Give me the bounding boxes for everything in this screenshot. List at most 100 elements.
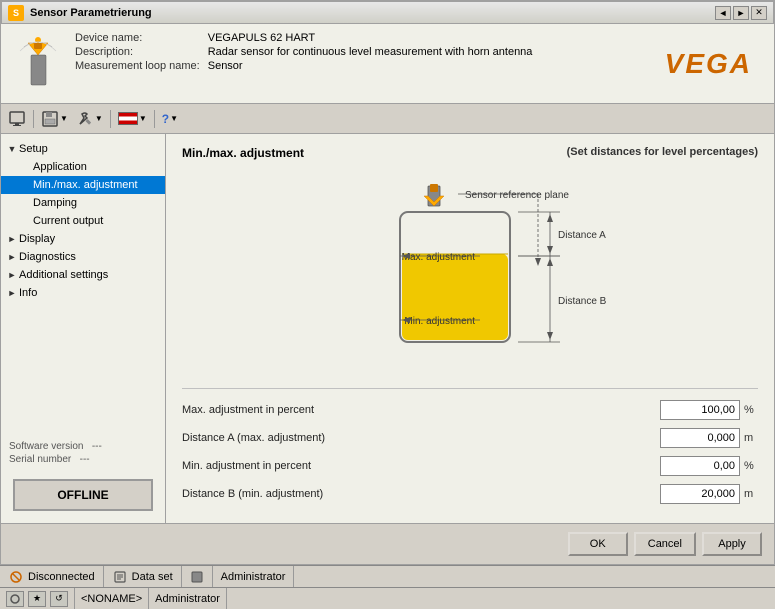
offline-button[interactable]: OFFLINE [13,479,153,511]
cancel-button[interactable]: Cancel [634,532,696,556]
tree-label-setup: Setup [19,143,48,155]
software-version-row: Software version --- [9,441,157,452]
toolbar-help-btn[interactable]: ? ▼ [159,108,181,130]
min-adj-label: Min. adjustment [404,316,475,327]
tree-label-info: Info [19,287,37,299]
taskbar-tool-3[interactable]: ↺ [50,591,68,607]
tree-label-diagnostics: Diagnostics [19,251,76,263]
expander-display: ► [5,232,19,246]
vega-logo: VEGA [665,48,762,80]
ok-button[interactable]: OK [568,532,628,556]
diagram-area: Sensor reference plane Max. adjustment [182,168,758,384]
status-dataset: Data set [104,566,182,587]
expander-additional: ► [5,268,19,282]
taskbar-tool-2[interactable]: ★ [28,591,46,607]
tree-item-damping[interactable]: Damping [1,194,165,212]
taskbar: ★ ↺ <NONAME> Administrator [0,587,775,609]
min-percent-input-group: % [660,456,758,476]
serial-number-row: Serial number --- [9,454,157,465]
measurement-loop-value: Sensor [208,60,653,72]
dataset-label: Data set [132,571,173,583]
taskbar-tool-1[interactable] [6,591,24,607]
toolbar: ▼ ▼ ▼ ? ▼ [0,104,775,134]
distance-a-input[interactable] [660,428,740,448]
status-bar: Disconnected Data set Administrator [0,565,775,587]
panel-title: Min./max. adjustment [182,146,304,160]
distance-b-unit: m [744,488,758,500]
title-bar-controls: ◄ ► ✕ [715,6,767,20]
dataset-icon [112,569,128,585]
device-name-label: Device name: [75,32,200,44]
toolbar-sep-3 [154,110,155,128]
device-icon [13,32,63,92]
max-percent-label: Max. adjustment in percent [182,404,660,416]
toolbar-lang-btn[interactable]: ▼ [115,108,150,130]
disconnected-icon [8,569,24,585]
title-bar-title: Sensor Parametrierung [30,7,709,19]
expander-min-max [19,178,33,192]
taskbar-noname-label: <NONAME> [81,593,142,605]
tree-item-info[interactable]: ► Info [1,284,165,302]
toolbar-sep-1 [33,110,34,128]
tank-diagram: Sensor reference plane Max. adjustment [280,184,660,369]
distance-a-unit: m [744,432,758,444]
max-adj-label: Max. adjustment [402,252,476,263]
expander-info: ► [5,286,19,300]
device-name-value: VEGAPULS 62 HART [208,32,653,44]
content-panel: Min./max. adjustment (Set distances for … [166,134,774,523]
distance-b-input[interactable] [660,484,740,504]
min-percent-input[interactable] [660,456,740,476]
tree-label-damping: Damping [33,197,77,209]
tree-item-current-output[interactable]: Current output [1,212,165,230]
panel-subtitle: (Set distances for level percentages) [567,146,758,158]
description-value: Radar sensor for continuous level measur… [208,46,653,58]
distance-a-label: Distance A [558,230,606,241]
tree-label-additional: Additional settings [19,269,108,281]
status-light-icon [190,570,204,584]
tree-item-additional[interactable]: ► Additional settings [1,266,165,284]
sensor-ref-label: Sensor reference plane [465,190,569,201]
taskbar-admin: Administrator [149,588,227,609]
distance-b-input-group: m [660,484,758,504]
sidebar: ▼ Setup Application Min./max. adjustment… [1,134,166,523]
buttons-row: OK Cancel Apply [0,524,775,565]
taskbar-admin-label: Administrator [155,593,220,605]
tree-item-diagnostics[interactable]: ► Diagnostics [1,248,165,266]
nav-back-btn[interactable]: ◄ [715,6,731,20]
distance-b-label: Distance B [558,296,607,307]
status-disconnected: Disconnected [0,566,104,587]
sidebar-info: Software version --- Serial number --- [1,435,165,473]
tree-label-application: Application [33,161,87,173]
description-label: Description: [75,46,200,58]
max-percent-input-group: % [660,400,758,420]
sensor-icon-diagram [424,184,444,206]
min-percent-unit: % [744,460,758,472]
title-bar-icon: S [8,5,24,21]
close-btn[interactable]: ✕ [751,6,767,20]
tree-item-setup[interactable]: ▼ Setup [1,140,165,158]
tree: ▼ Setup Application Min./max. adjustment… [1,140,165,435]
distance-a-input-group: m [660,428,758,448]
apply-button[interactable]: Apply [702,532,762,556]
expander-application [19,160,33,174]
tree-item-display[interactable]: ► Display [1,230,165,248]
form-row-distance-a: Distance A (max. adjustment) m [182,427,758,449]
tree-item-min-max[interactable]: Min./max. adjustment [1,176,165,194]
form-area: Max. adjustment in percent % Distance A … [182,388,758,511]
toolbar-tools-btn[interactable]: ▼ [73,108,106,130]
nav-forward-btn[interactable]: ► [733,6,749,20]
main-content: ▼ Setup Application Min./max. adjustment… [0,134,775,524]
serial-number-value: --- [80,454,90,465]
software-version-label: Software version [9,441,83,452]
tree-item-application[interactable]: Application [1,158,165,176]
form-row-distance-b: Distance B (min. adjustment) m [182,483,758,505]
toolbar-monitor-btn[interactable] [5,108,29,130]
expander-damping [19,196,33,210]
expander-current-output [19,214,33,228]
title-bar: S Sensor Parametrierung ◄ ► ✕ [0,0,775,24]
toolbar-save-btn[interactable]: ▼ [38,108,71,130]
status-admin: Administrator [213,566,295,587]
form-row-min-percent: Min. adjustment in percent % [182,455,758,477]
max-percent-input[interactable] [660,400,740,420]
status-indicator [182,566,213,587]
